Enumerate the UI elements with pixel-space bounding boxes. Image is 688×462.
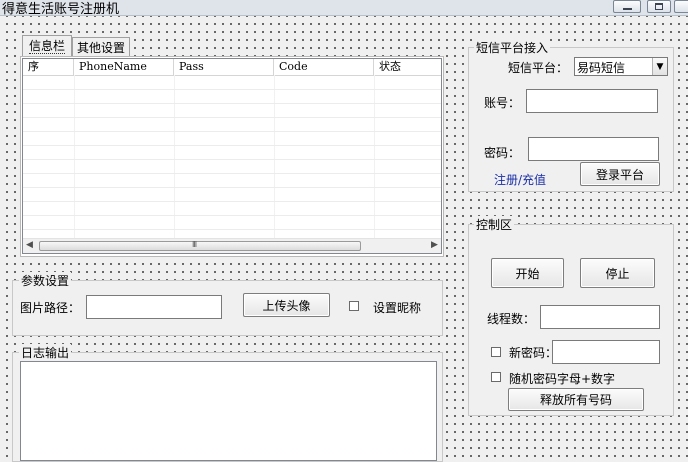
upload-avatar-button[interactable]: 上传头像 xyxy=(243,293,330,317)
table-row xyxy=(23,160,441,174)
tab-other-settings-label: 其他设置 xyxy=(76,40,125,55)
log-group-title: 日志输出 xyxy=(19,344,72,361)
tab-info[interactable]: 信息栏 xyxy=(22,35,72,57)
maximize-icon xyxy=(655,3,663,10)
random-password-label: 随机密码字母+数字 xyxy=(509,372,616,386)
window-title: 得意生活账号注册机 xyxy=(2,2,120,17)
new-password-input[interactable] xyxy=(552,340,660,364)
release-all-numbers-button[interactable]: 释放所有号码 xyxy=(508,388,644,411)
image-path-label: 图片路径： xyxy=(20,301,81,315)
stop-button[interactable]: 停止 xyxy=(580,258,655,288)
account-input[interactable] xyxy=(526,89,658,113)
table-row xyxy=(23,146,441,160)
login-platform-button[interactable]: 登录平台 xyxy=(580,162,660,186)
table-row xyxy=(23,216,441,230)
tab-focus-underline xyxy=(29,53,65,54)
table-row xyxy=(23,188,441,202)
table-header: 序 PhoneName Pass Code 状态 xyxy=(23,59,441,76)
column-header-pass[interactable]: Pass xyxy=(174,59,274,75)
table-row xyxy=(23,202,441,216)
column-header-status[interactable]: 状态 xyxy=(374,59,441,75)
sms-platform-selected: 易码短信 xyxy=(577,61,626,75)
table-row xyxy=(23,174,441,188)
tab-other-settings[interactable]: 其他设置 xyxy=(72,37,130,56)
table-row xyxy=(23,118,441,132)
new-password-label: 新密码： xyxy=(509,346,558,360)
set-nickname-checkbox[interactable] xyxy=(349,301,359,311)
threads-input[interactable] xyxy=(540,305,660,329)
scroll-right-icon[interactable]: ▶ xyxy=(431,240,438,250)
log-output[interactable] xyxy=(20,361,437,461)
sms-platform-group-title: 短信平台接入 xyxy=(474,39,551,56)
column-header-index[interactable]: 序 xyxy=(23,59,74,75)
table-row xyxy=(23,132,441,146)
table-row xyxy=(23,90,441,104)
scroll-left-icon[interactable]: ◀ xyxy=(26,240,33,250)
chevron-down-icon[interactable]: ▼ xyxy=(652,58,667,75)
new-password-checkbox[interactable] xyxy=(491,347,501,357)
sms-platform-label: 短信平台： xyxy=(508,61,569,75)
start-button[interactable]: 开始 xyxy=(491,258,564,288)
password-label: 密码： xyxy=(484,146,521,160)
params-group-title: 参数设置 xyxy=(19,272,72,289)
maximize-button[interactable] xyxy=(647,0,671,13)
horizontal-scrollbar[interactable]: ◀ III ▶ xyxy=(23,238,441,253)
scrollbar-grip: III xyxy=(192,240,197,249)
account-table[interactable]: 序 PhoneName Pass Code 状态 ◀ III ▶ xyxy=(22,58,442,254)
table-row xyxy=(23,76,441,90)
close-button[interactable] xyxy=(674,0,688,13)
table-row xyxy=(23,104,441,118)
password-input[interactable] xyxy=(528,137,659,161)
column-header-phone-name[interactable]: PhoneName xyxy=(74,59,174,75)
image-path-input[interactable] xyxy=(86,295,222,319)
register-recharge-link[interactable]: 注册/充值 xyxy=(494,171,546,188)
account-label: 账号： xyxy=(484,96,521,110)
minimize-button[interactable] xyxy=(613,0,641,13)
threads-label: 线程数： xyxy=(487,312,536,326)
control-group-title: 控制区 xyxy=(474,216,515,233)
scrollbar-thumb[interactable]: III xyxy=(39,240,361,251)
random-password-checkbox[interactable] xyxy=(491,372,501,382)
title-bar: 得意生活账号注册机 xyxy=(0,0,688,17)
column-header-code[interactable]: Code xyxy=(274,59,374,75)
minimize-icon xyxy=(623,8,632,10)
set-nickname-label: 设置昵称 xyxy=(373,301,422,315)
sms-platform-select[interactable]: 易码短信 ▼ xyxy=(574,57,668,76)
